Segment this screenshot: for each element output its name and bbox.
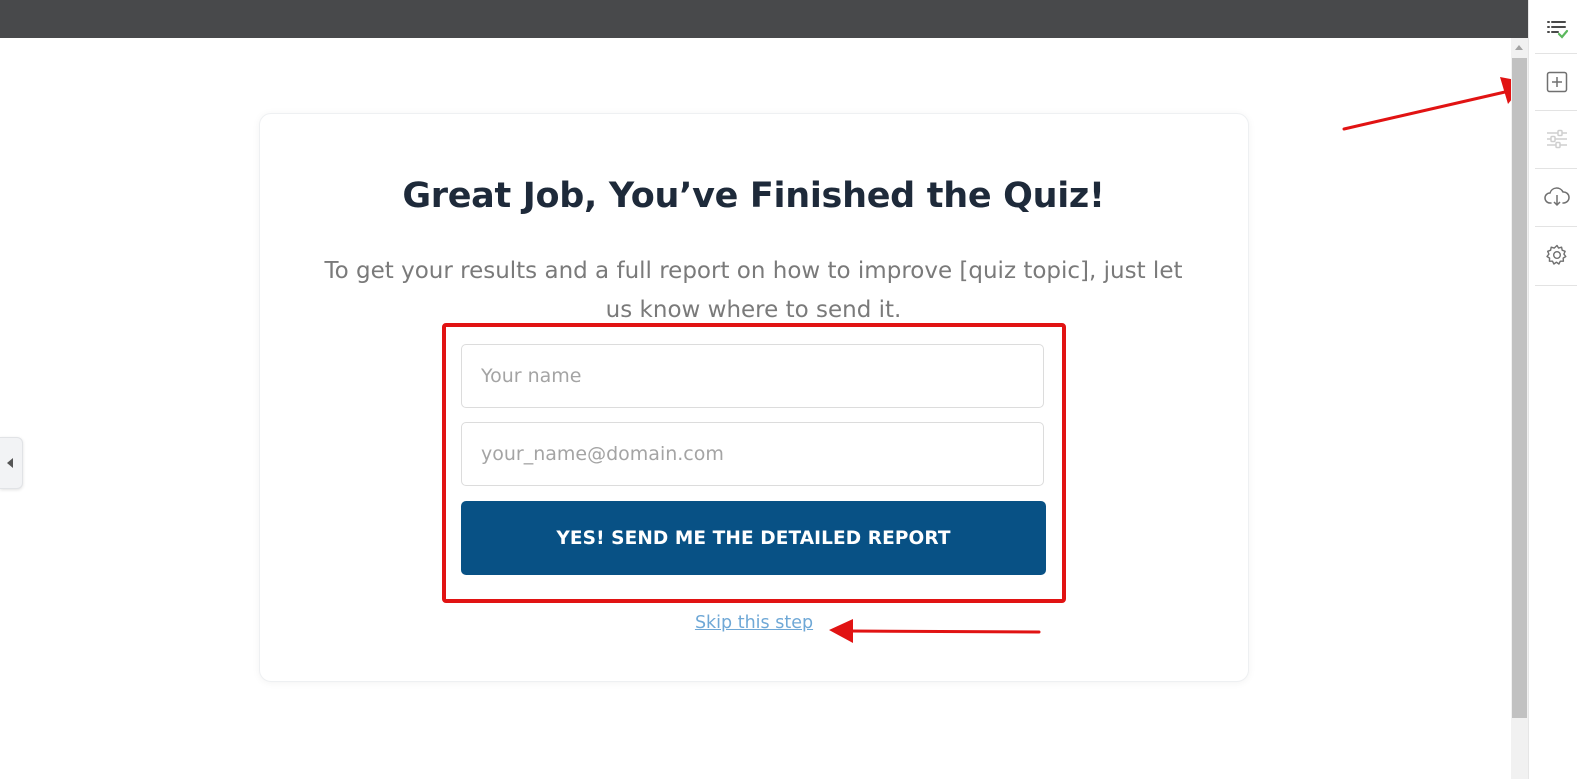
sliders-icon[interactable]	[1530, 110, 1583, 167]
right-toolbar	[1528, 0, 1583, 779]
add-element-icon[interactable]	[1530, 53, 1583, 110]
page-title: Great Job, You’ve Finished the Quiz!	[402, 176, 1105, 216]
list-check-icon[interactable]	[1530, 0, 1583, 57]
gear-icon[interactable]	[1530, 226, 1583, 283]
caret-left-icon	[7, 458, 13, 468]
left-panel-toggle[interactable]	[0, 437, 23, 489]
scroll-up-arrow-icon[interactable]	[1515, 45, 1523, 50]
page-subtitle: To get your results and a full report on…	[324, 258, 1183, 323]
skip-step-link[interactable]: Skip this step	[680, 613, 828, 633]
toolbar-divider	[1535, 285, 1577, 286]
annotation-highlight-box	[442, 323, 1066, 603]
scrollbar-thumb[interactable]	[1512, 58, 1527, 718]
top-bar	[0, 0, 1528, 38]
cloud-download-icon[interactable]	[1530, 168, 1583, 225]
